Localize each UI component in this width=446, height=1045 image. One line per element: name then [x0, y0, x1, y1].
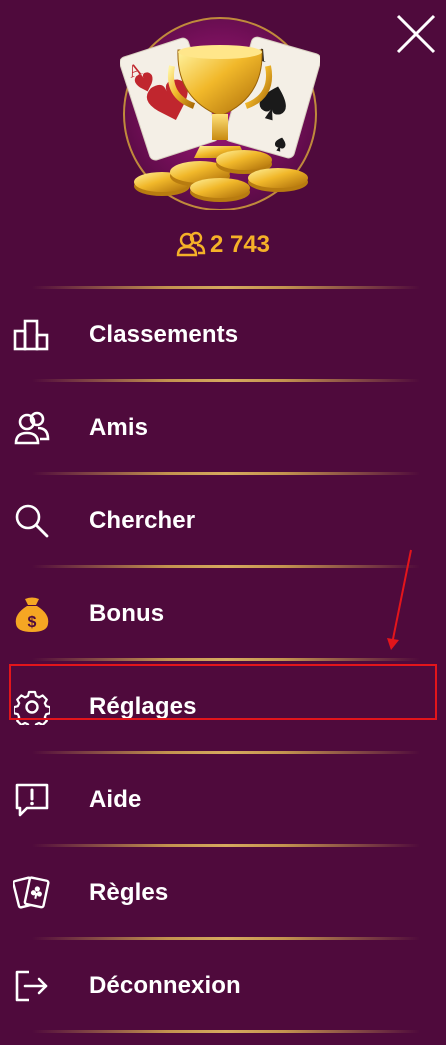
divider	[32, 1030, 420, 1033]
help-bubble-icon	[12, 780, 52, 820]
divider	[32, 937, 420, 940]
menu-item-aide[interactable]: Aide	[0, 764, 446, 836]
player-count-value: 2 743	[209, 231, 271, 258]
online-players-count: 2 743	[0, 228, 446, 262]
divider	[32, 751, 420, 754]
divider	[32, 565, 420, 568]
logout-icon	[12, 966, 52, 1006]
ranking-bars-icon	[12, 315, 52, 355]
divider	[32, 286, 420, 289]
menu-item-regles[interactable]: Règles	[0, 857, 446, 929]
search-icon	[12, 501, 52, 541]
app-logo: A A	[119, 14, 322, 211]
friends-icon	[12, 408, 52, 448]
close-button[interactable]	[394, 12, 438, 56]
menu-item-amis[interactable]: Amis	[0, 392, 446, 464]
menu-item-label: Classements	[89, 321, 239, 348]
menu-item-label: Bonus	[89, 600, 165, 627]
money-bag-icon: $	[12, 594, 52, 634]
close-icon	[396, 14, 436, 54]
divider	[32, 658, 420, 661]
menu-item-classements[interactable]: Classements	[0, 299, 446, 371]
trophy-cards-coins-logo: A A	[119, 17, 322, 211]
menu-item-label: Chercher	[89, 507, 196, 534]
menu-item-deconnexion[interactable]: Déconnexion	[0, 950, 446, 1022]
divider	[32, 379, 420, 382]
divider	[32, 472, 420, 475]
annotation-highlight-box	[9, 664, 437, 720]
menu-item-label: Amis	[89, 414, 149, 441]
annotation-arrow-icon	[387, 549, 412, 650]
users-icon	[176, 231, 206, 257]
menu-item-label: Déconnexion	[89, 972, 241, 999]
menu-item-label: Règles	[89, 879, 169, 906]
playing-cards-icon	[12, 873, 52, 913]
svg-text:$: $	[28, 614, 37, 631]
divider	[32, 844, 420, 847]
menu-item-label: Aide	[89, 786, 142, 813]
